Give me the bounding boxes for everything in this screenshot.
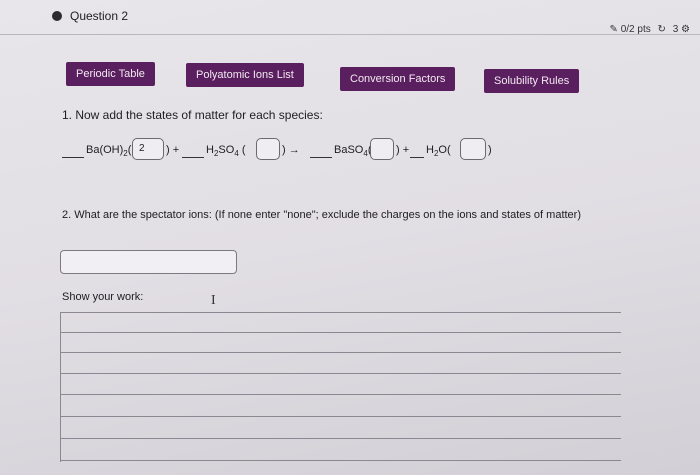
points-area: ✎ 0/2 pts ↻ 3 ⚙ bbox=[610, 24, 690, 35]
resource-tabs: Periodic Table Polyatomic Ions List Conv… bbox=[0, 62, 700, 102]
question-header: Question 2 ✎ 0/2 pts ↻ 3 ⚙ bbox=[0, 0, 700, 35]
tab-conversion-factors[interactable]: Conversion Factors bbox=[340, 67, 456, 91]
species-h2so4: H2SO4 ( bbox=[182, 144, 246, 159]
work-line bbox=[61, 352, 621, 353]
state-input-h2so4[interactable] bbox=[256, 138, 280, 160]
state-input-baso4[interactable] bbox=[370, 138, 394, 160]
coefficient-blank[interactable] bbox=[310, 147, 332, 159]
state-input-h2o[interactable] bbox=[460, 138, 486, 160]
work-line bbox=[61, 394, 621, 395]
edit-icon[interactable]: ✎ bbox=[610, 24, 618, 35]
points-label: 0/2 pts bbox=[620, 24, 651, 35]
work-line bbox=[61, 460, 621, 461]
tab-polyatomic-ions[interactable]: Polyatomic Ions List bbox=[186, 63, 304, 87]
state-input-baoh2[interactable]: 2 bbox=[132, 138, 164, 160]
work-area[interactable] bbox=[60, 312, 621, 462]
work-line bbox=[61, 332, 621, 333]
refresh-icon[interactable]: ↻ bbox=[658, 24, 666, 35]
tab-periodic-table[interactable]: Periodic Table bbox=[66, 62, 155, 86]
coefficient-blank[interactable] bbox=[410, 147, 424, 159]
species-baoh2: Ba(OH)2( bbox=[62, 144, 131, 159]
part1-prompt: 1. Now add the states of matter for each… bbox=[62, 108, 323, 122]
coefficient-blank[interactable] bbox=[62, 147, 84, 159]
species-h2o: H2O( bbox=[410, 144, 451, 159]
work-line bbox=[61, 373, 621, 374]
spectator-ions-input[interactable] bbox=[60, 250, 237, 274]
show-work-label: Show your work: bbox=[62, 291, 144, 303]
question-title: Question 2 bbox=[70, 9, 129, 23]
part2-prompt: 2. What are the spectator ions: (If none… bbox=[62, 209, 581, 221]
tab-solubility-rules[interactable]: Solubility Rules bbox=[484, 69, 580, 93]
species-baso4: BaSO4( bbox=[310, 144, 371, 159]
quiz-page: Question 2 ✎ 0/2 pts ↻ 3 ⚙ Periodic Tabl… bbox=[0, 0, 700, 475]
text-cursor-icon: I bbox=[211, 293, 216, 308]
gear-icon[interactable]: ⚙ bbox=[681, 24, 690, 35]
coefficient-blank[interactable] bbox=[182, 147, 204, 159]
work-line bbox=[61, 438, 621, 439]
work-line bbox=[61, 416, 621, 417]
chemical-equation: Ba(OH)2( 2 ) + H2SO4 ( ) → BaSO4( ) + H2… bbox=[58, 138, 498, 164]
work-line bbox=[61, 312, 621, 313]
attempts-count: 3 bbox=[672, 24, 679, 35]
question-status-dot bbox=[52, 11, 62, 21]
